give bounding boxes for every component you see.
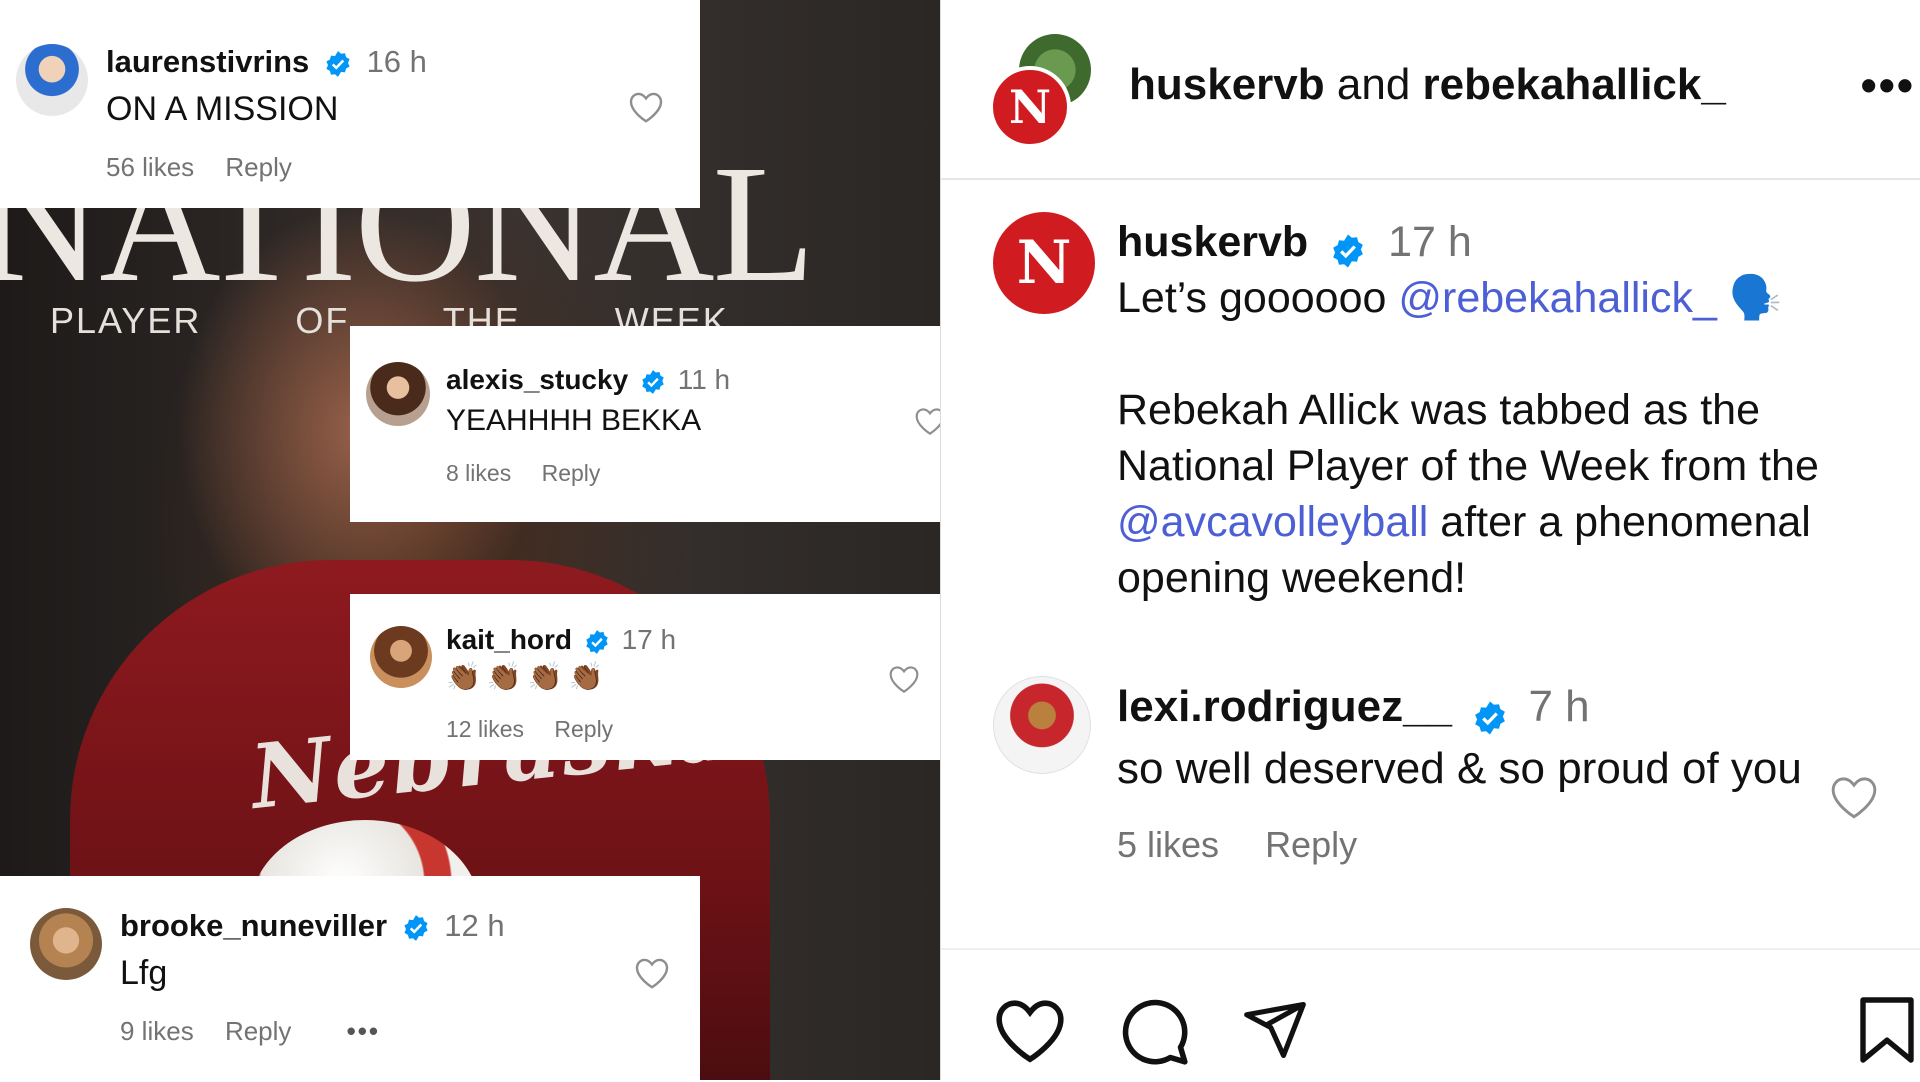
comment-username[interactable]: lexi.rodriguez__ — [1117, 682, 1452, 731]
speaking-head-icon: 🗣️ — [1728, 274, 1783, 322]
comment-time: 17 h — [621, 624, 677, 655]
avatar[interactable] — [16, 44, 88, 116]
comment-username[interactable]: kait_hord — [446, 624, 572, 655]
comment-username[interactable]: brooke_nuneviller — [120, 908, 387, 943]
like-icon[interactable] — [993, 996, 1067, 1064]
comment-likes[interactable]: 5 likes — [1117, 824, 1219, 865]
comment-time: 11 h — [677, 364, 731, 395]
heart-icon[interactable] — [914, 406, 940, 436]
post-header: N huskervb and rebekahallick_ ••• — [941, 0, 1920, 180]
mention-link[interactable]: @rebekahallick_ — [1398, 274, 1717, 322]
comment-card: brooke_nuneviller 12 h Lfg 9 likes Reply… — [0, 876, 700, 1080]
reply-button[interactable]: Reply — [542, 460, 601, 486]
comment-time: 16 h — [366, 44, 427, 79]
comment-text: YEAHHHH BEKKA — [446, 404, 702, 437]
share-icon[interactable] — [1239, 996, 1311, 1064]
comment-text: 👏🏾👏🏾👏🏾👏🏾 — [446, 661, 610, 692]
comment-text: so well deserved & so proud of you — [1117, 744, 1802, 793]
verified-badge-icon — [324, 50, 352, 78]
post-caption: huskervb 17 h Let’s goooooo @rebekahalli… — [1117, 214, 1877, 606]
comment-time: 7 h — [1528, 682, 1590, 731]
avatar[interactable] — [30, 908, 102, 980]
reply-button[interactable]: Reply — [225, 1016, 291, 1046]
huskervb-logo[interactable]: N — [989, 66, 1071, 148]
comment-card: kait_hord 17 h 👏🏾👏🏾👏🏾👏🏾 12 likes Reply — [350, 594, 940, 760]
mention-link[interactable]: @avcavolleyball — [1117, 498, 1428, 546]
post-panel: N huskervb and rebekahallick_ ••• N husk… — [940, 0, 1920, 1080]
reply-button[interactable]: Reply — [225, 152, 291, 182]
comment-time: 12 h — [444, 908, 505, 943]
reply-button[interactable]: Reply — [1265, 824, 1357, 865]
avatar[interactable] — [366, 362, 430, 426]
post-author-avatar[interactable]: N — [993, 212, 1095, 314]
caption-line1: Let’s goooooo — [1117, 274, 1399, 322]
comment-text: Lfg — [120, 954, 168, 992]
comment-username[interactable]: laurenstivrins — [106, 44, 309, 79]
header-and: and — [1336, 60, 1411, 109]
avatar[interactable] — [370, 626, 432, 688]
reply-button[interactable]: Reply — [554, 716, 613, 742]
comment-username[interactable]: alexis_stucky — [446, 364, 628, 395]
caption-body: Rebekah Allick was tabbed as the Nationa… — [1117, 382, 1877, 606]
verified-badge-icon — [640, 369, 666, 395]
verified-badge-icon — [584, 629, 610, 655]
comment-likes[interactable]: 8 likes — [446, 460, 511, 486]
heart-icon[interactable] — [634, 956, 670, 990]
comment-text: ON A MISSION — [106, 90, 339, 128]
verified-badge-icon — [1330, 227, 1366, 268]
comment-likes[interactable]: 9 likes — [120, 1016, 194, 1046]
header-account-1[interactable]: huskervb — [1129, 60, 1325, 109]
comment-likes[interactable]: 12 likes — [446, 716, 524, 742]
post-image[interactable]: Nebraska NATIONAL PLAYER OF THE WEEK lau… — [0, 0, 940, 1080]
heart-icon[interactable] — [1829, 774, 1879, 820]
heart-icon[interactable] — [888, 664, 920, 694]
comment-card: alexis_stucky 11 h YEAHHHH BEKKA 8 likes… — [350, 326, 940, 522]
avatar[interactable] — [993, 676, 1091, 774]
comment: lexi.rodriguez__ 7 h so well deserved & … — [1117, 676, 1837, 876]
action-bar — [941, 948, 1920, 1082]
verified-badge-icon — [1472, 691, 1508, 735]
comment-icon[interactable] — [1117, 994, 1191, 1068]
post-time: 17 h — [1388, 218, 1472, 266]
heart-icon[interactable] — [628, 90, 664, 124]
verified-badge-icon — [402, 914, 430, 942]
header-title: huskervb and rebekahallick_ — [1129, 60, 1726, 110]
more-options-icon[interactable]: ••• — [1861, 58, 1915, 112]
more-options-icon[interactable]: ••• — [347, 1016, 380, 1046]
comment-likes[interactable]: 56 likes — [106, 152, 194, 182]
caption-body-text: Rebekah Allick was tabbed as the Nationa… — [1117, 386, 1819, 490]
post-username[interactable]: huskervb — [1117, 218, 1308, 266]
bookmark-icon[interactable] — [1857, 994, 1917, 1066]
header-account-2[interactable]: rebekahallick_ — [1423, 60, 1726, 109]
comment-card: laurenstivrins 16 h ON A MISSION 56 like… — [0, 0, 700, 208]
